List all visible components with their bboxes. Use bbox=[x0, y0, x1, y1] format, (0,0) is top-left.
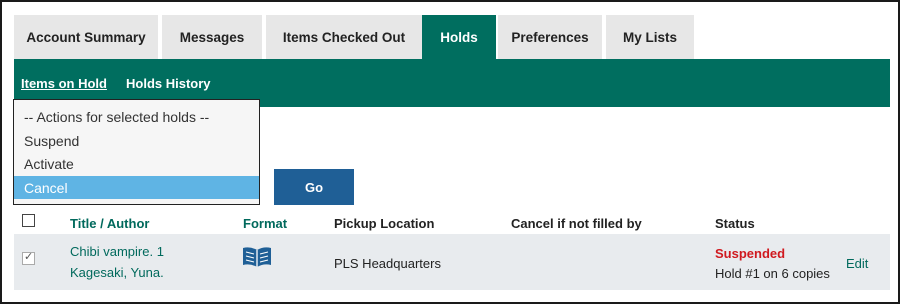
pickup-location-value: PLS Headquarters bbox=[334, 256, 441, 271]
status-badge: Suspended bbox=[715, 246, 786, 261]
tab-my-lists[interactable]: My Lists bbox=[606, 15, 694, 59]
holds-panel: Account Summary Messages Items Checked O… bbox=[0, 0, 900, 304]
go-button[interactable]: Go bbox=[274, 169, 354, 205]
header-format[interactable]: Format bbox=[243, 216, 287, 231]
book-icon bbox=[242, 246, 272, 271]
tab-holds[interactable]: Holds bbox=[422, 15, 496, 59]
header-status: Status bbox=[715, 216, 755, 231]
hold-author-link[interactable]: Kagesaki, Yuna. bbox=[70, 265, 164, 280]
hold-position-text: Hold #1 on 6 copies bbox=[715, 266, 830, 281]
subnav-items-on-hold[interactable]: Items on Hold bbox=[21, 76, 107, 91]
header-pickup-location: Pickup Location bbox=[334, 216, 435, 231]
tab-preferences[interactable]: Preferences bbox=[498, 15, 602, 59]
header-cancel-if-not-filled: Cancel if not filled by bbox=[511, 216, 642, 231]
hold-title-link[interactable]: Chibi vampire. 1 bbox=[70, 244, 164, 259]
tab-messages[interactable]: Messages bbox=[162, 15, 262, 59]
edit-hold-link[interactable]: Edit bbox=[846, 256, 868, 271]
table-row: Chibi vampire. 1 Kagesaki, Yuna. PLS Hea… bbox=[14, 234, 890, 290]
subnav-holds-history[interactable]: Holds History bbox=[126, 76, 211, 91]
option-suspend[interactable]: Suspend bbox=[14, 129, 259, 152]
holds-table-header: Title / Author Format Pickup Location Ca… bbox=[14, 209, 890, 237]
select-all-checkbox[interactable] bbox=[22, 214, 35, 227]
header-title-author[interactable]: Title / Author bbox=[70, 216, 149, 231]
tab-items-checked-out[interactable]: Items Checked Out bbox=[266, 15, 422, 59]
row-checkbox[interactable] bbox=[22, 250, 35, 265]
option-actions-placeholder[interactable]: -- Actions for selected holds -- bbox=[14, 105, 259, 128]
option-cancel[interactable]: Cancel bbox=[14, 176, 259, 199]
actions-select-list[interactable]: -- Actions for selected holds -- Suspend… bbox=[13, 99, 260, 205]
option-activate[interactable]: Activate bbox=[14, 152, 259, 175]
tab-account-summary[interactable]: Account Summary bbox=[14, 15, 158, 59]
